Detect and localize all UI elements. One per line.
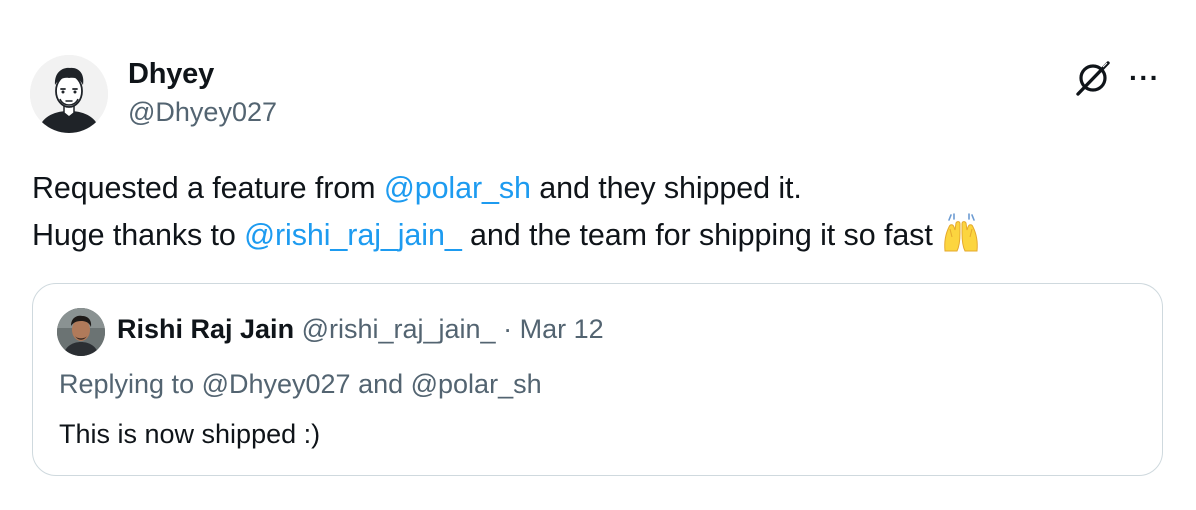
author-handle[interactable]: @Dhyey027: [128, 97, 277, 128]
quoted-author-handle[interactable]: @rishi_raj_jain_: [302, 314, 496, 344]
author-avatar-illustration: [30, 55, 108, 133]
tweet-text: Requested a feature from @polar_sh and t…: [32, 165, 981, 259]
tweet-text-segment: Requested a feature from: [32, 171, 384, 205]
tweet-text-segment: and they shipped it.: [530, 171, 802, 205]
quoted-tweet-text: This is now shipped :): [59, 419, 321, 449]
tweet-card: Dhyey @Dhyey027 ··· Requested a feature …: [0, 0, 1196, 510]
quoted-tweet[interactable]: Rishi Raj Jain @rishi_raj_jain_ · Mar 12…: [32, 283, 1163, 476]
tweet-text-line-1: Requested a feature from @polar_sh and t…: [32, 165, 981, 212]
more-options-icon[interactable]: ···: [1129, 64, 1160, 92]
quoted-author-avatar[interactable]: [57, 308, 105, 356]
tweet-text-segment: Huge thanks to: [32, 218, 245, 252]
grok-icon[interactable]: [1073, 58, 1113, 98]
quoted-author-display-name[interactable]: Rishi Raj Jain: [117, 314, 294, 344]
quoted-tweet-date[interactable]: Mar 12: [520, 314, 604, 344]
author-avatar[interactable]: [30, 55, 108, 133]
quoted-author-avatar-photo: [57, 308, 105, 356]
tweet-text-segment: and the team for shipping it so fast: [461, 218, 942, 252]
tweet-text-line-2: Huge thanks to @rishi_raj_jain_ and the …: [32, 212, 981, 259]
quoted-tweet-replying-to: Replying to @Dhyey027 and @polar_sh: [59, 369, 542, 399]
mention-link-polar-sh[interactable]: @polar_sh: [384, 171, 531, 205]
tweet-top-actions: ···: [1073, 58, 1160, 98]
quoted-tweet-header: Rishi Raj Jain @rishi_raj_jain_ · Mar 12: [117, 314, 604, 345]
mention-link-rishi-raj-jain[interactable]: @rishi_raj_jain_: [244, 218, 462, 252]
author-display-name[interactable]: Dhyey: [128, 58, 214, 91]
quoted-tweet-separator: ·: [495, 314, 520, 344]
raising-hands-emoji-icon: [944, 213, 978, 252]
